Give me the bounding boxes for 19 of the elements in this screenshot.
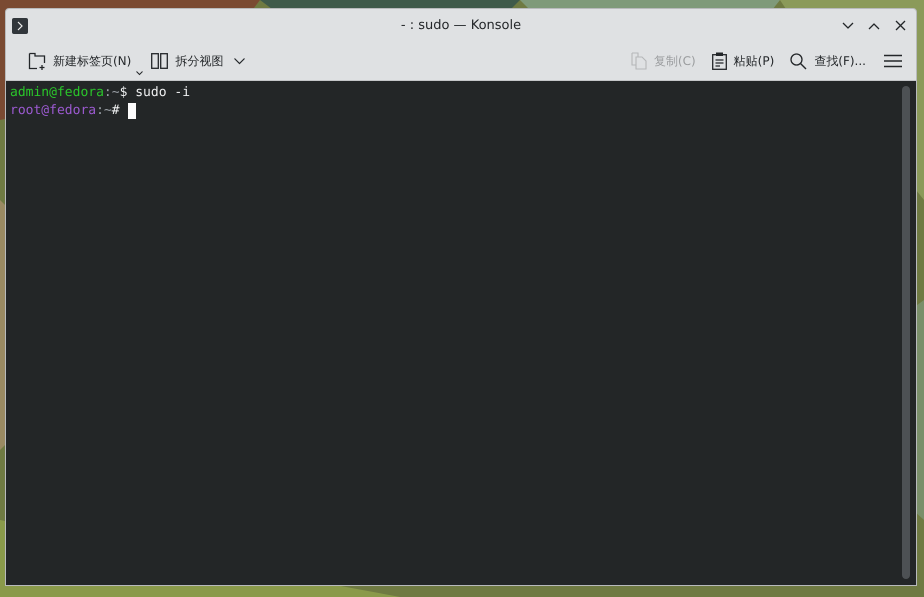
close-icon (894, 20, 906, 31)
terminal-line: root@fedora:~# (10, 102, 120, 120)
new-tab-icon (28, 52, 46, 70)
menu-icon (884, 54, 902, 68)
search-icon (790, 52, 808, 70)
copy-icon (630, 52, 647, 70)
terminal-icon (12, 18, 28, 34)
chevron-up-icon (868, 22, 880, 30)
chevron-down-icon (842, 22, 854, 30)
split-view-button[interactable]: 拆分视图 (143, 48, 254, 74)
clipboard-icon (712, 52, 727, 70)
split-view-icon (151, 53, 168, 69)
window-title: - : sudo — Konsole (400, 18, 522, 33)
find-button[interactable]: 查找(F)... (782, 48, 874, 74)
scrollbar[interactable] (902, 86, 910, 579)
terminal-line: admin@fedora:~$ sudo -i (10, 84, 190, 102)
new-tab-button[interactable]: 新建标签页(N) (20, 48, 144, 74)
paste-button[interactable]: 粘贴(P) (704, 48, 782, 74)
terminal-area[interactable]: admin@fedora:~$ sudo -i root@fedora:~# (6, 81, 916, 585)
